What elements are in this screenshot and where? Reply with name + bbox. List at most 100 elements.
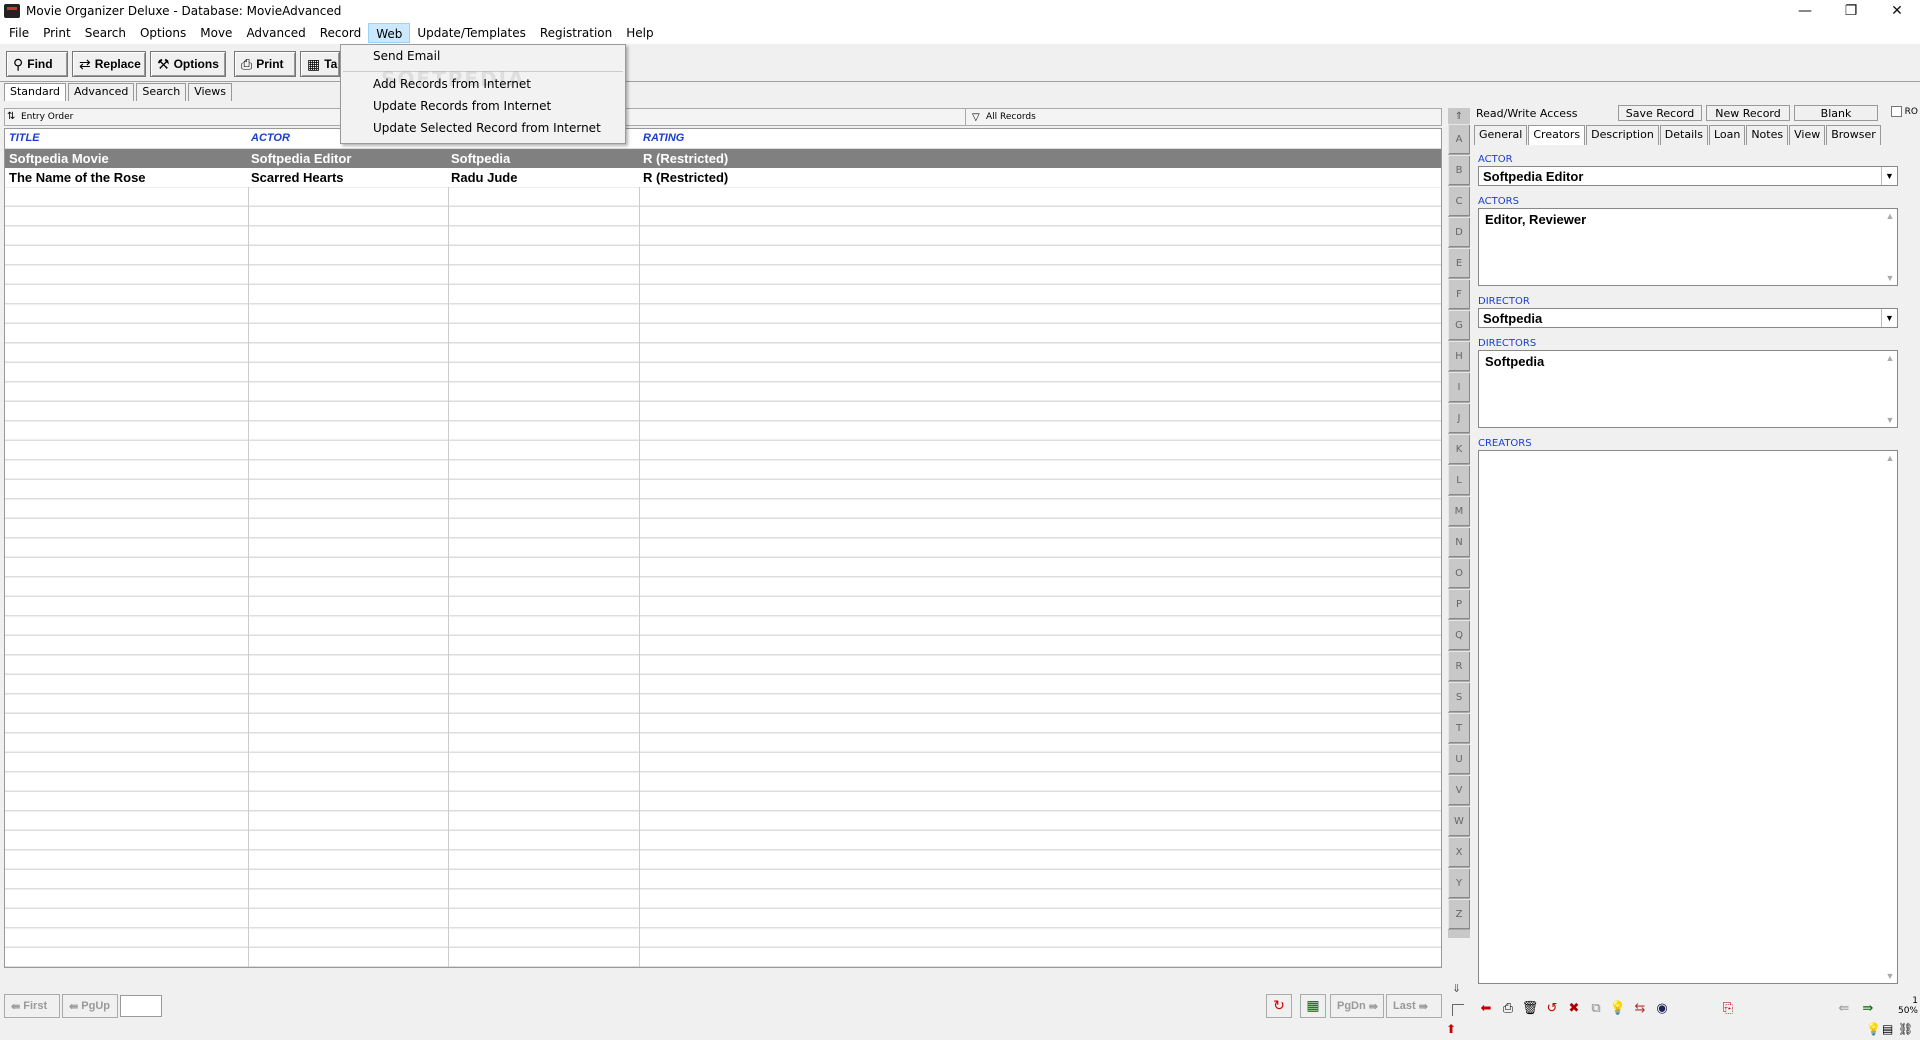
menu-file[interactable]: File bbox=[2, 23, 36, 43]
tab-view[interactable]: View bbox=[1789, 125, 1826, 145]
alpha-r[interactable]: R bbox=[1448, 651, 1470, 682]
tab-views[interactable]: Views bbox=[188, 83, 233, 101]
tab-browser[interactable]: Browser bbox=[1826, 125, 1881, 145]
replace-button[interactable]: ⇄ Replace bbox=[72, 51, 146, 77]
alpha-k[interactable]: K bbox=[1448, 434, 1470, 465]
right-arrow-icon[interactable]: ⇛ bbox=[1858, 998, 1878, 1018]
alpha-m[interactable]: M bbox=[1448, 496, 1470, 527]
tab-general[interactable]: General bbox=[1474, 125, 1528, 145]
menu-move[interactable]: Move bbox=[193, 23, 239, 43]
trash-icon[interactable]: 🗑 bbox=[1520, 998, 1540, 1018]
scroll-down-icon[interactable]: ⇓ bbox=[1452, 982, 1461, 995]
tab-loan[interactable]: Loan bbox=[1708, 125, 1746, 145]
close-button[interactable]: ✕ bbox=[1874, 0, 1920, 22]
column-actor[interactable]: ACTOR bbox=[251, 132, 290, 144]
print-button[interactable]: ⎙ Print bbox=[234, 51, 296, 77]
refresh-icon[interactable]: ↻ bbox=[1266, 994, 1292, 1018]
menu-options[interactable]: Options bbox=[133, 23, 193, 43]
director-combobox[interactable]: Softpedia ▼ bbox=[1478, 308, 1898, 328]
alpha-v[interactable]: V bbox=[1448, 775, 1470, 806]
table-button[interactable]: ▦ Ta bbox=[300, 51, 340, 77]
alpha-u[interactable]: U bbox=[1448, 744, 1470, 775]
column-title[interactable]: TITLE bbox=[9, 132, 40, 144]
alpha-w[interactable]: W bbox=[1448, 806, 1470, 837]
actor-combobox[interactable]: Softpedia Editor ▼ bbox=[1478, 166, 1898, 186]
alpha-n[interactable]: N bbox=[1448, 527, 1470, 558]
record-filter[interactable]: ▽ All Records bbox=[965, 109, 1441, 125]
alpha-t[interactable]: T bbox=[1448, 713, 1470, 744]
save-record-button[interactable]: Save Record bbox=[1618, 105, 1702, 121]
delete-record-icon[interactable]: ✖ bbox=[1564, 998, 1584, 1018]
tab-details[interactable]: Details bbox=[1659, 125, 1708, 145]
read-only-checkbox[interactable]: RO bbox=[1890, 106, 1918, 117]
globe-icon[interactable]: ◉ bbox=[1652, 998, 1672, 1018]
alpha-s[interactable]: S bbox=[1448, 682, 1470, 713]
alpha-e[interactable]: E bbox=[1448, 248, 1470, 279]
copy-record-icon[interactable]: ⧉ bbox=[1586, 998, 1606, 1018]
menu-update-selected-record-internet[interactable]: Update Selected Record from Internet bbox=[373, 121, 601, 135]
last-button[interactable]: Last ⇛ bbox=[1386, 994, 1442, 1018]
pgdn-button[interactable]: PgDn ⇛ bbox=[1330, 994, 1384, 1018]
alpha-z[interactable]: Z bbox=[1448, 899, 1470, 930]
pgup-button[interactable]: ⇚ PgUp bbox=[62, 994, 118, 1018]
first-button[interactable]: ⇚ First bbox=[4, 994, 60, 1018]
alpha-c[interactable]: C bbox=[1448, 186, 1470, 217]
records-grid[interactable]: TITLE ACTOR RATING Softpedia Movie Softp… bbox=[4, 128, 1442, 968]
lightbulb-icon[interactable]: 💡 bbox=[1608, 998, 1628, 1018]
menu-print[interactable]: Print bbox=[36, 23, 78, 43]
column-rating[interactable]: RATING bbox=[643, 132, 684, 144]
menu-update-templates[interactable]: Update/Templates bbox=[410, 23, 533, 43]
creators-textarea[interactable]: ▲ ▼ bbox=[1478, 450, 1898, 984]
alpha-o[interactable]: O bbox=[1448, 558, 1470, 589]
tab-notes[interactable]: Notes bbox=[1746, 125, 1789, 145]
options-button[interactable]: ⚒ Options bbox=[150, 51, 226, 77]
actors-scrollbar[interactable]: ▲ ▼ bbox=[1883, 209, 1897, 285]
sort-order[interactable]: ⇅ Entry Order bbox=[7, 111, 73, 122]
menu-update-records-internet[interactable]: Update Records from Internet bbox=[373, 99, 551, 113]
menu-search[interactable]: Search bbox=[78, 23, 133, 43]
chevron-down-icon[interactable]: ▼ bbox=[1881, 167, 1897, 185]
new-record-button[interactable]: New Record bbox=[1706, 105, 1790, 121]
directors-scrollbar[interactable]: ▲ ▼ bbox=[1883, 351, 1897, 427]
menu-web[interactable]: Web bbox=[368, 23, 411, 43]
menu-help[interactable]: Help bbox=[619, 23, 660, 43]
alpha-a[interactable]: A bbox=[1448, 124, 1470, 155]
grid-view-icon[interactable]: ▦ bbox=[1300, 994, 1326, 1018]
alpha-f[interactable]: F bbox=[1448, 279, 1470, 310]
alpha-x[interactable]: X bbox=[1448, 837, 1470, 868]
alpha-q[interactable]: Q bbox=[1448, 620, 1470, 651]
record-number-input[interactable] bbox=[120, 995, 162, 1017]
actors-textarea[interactable]: Editor, Reviewer ▲ ▼ bbox=[1478, 208, 1898, 286]
back-arrow-icon[interactable]: ⬅ bbox=[1476, 998, 1496, 1018]
tab-search[interactable]: Search bbox=[136, 83, 187, 101]
left-arrow-icon[interactable]: ⇚ bbox=[1834, 998, 1854, 1018]
table-row[interactable]: The Name of the Rose Scarred Hearts Radu… bbox=[5, 168, 1441, 187]
transfer-icon[interactable]: ⇆ bbox=[1630, 998, 1650, 1018]
table-row[interactable]: Softpedia Movie Softpedia Editor Softped… bbox=[5, 149, 1441, 168]
directors-textarea[interactable]: Softpedia ▲ ▼ bbox=[1478, 350, 1898, 428]
alpha-j[interactable]: J bbox=[1448, 403, 1470, 434]
alpha-h[interactable]: H bbox=[1448, 341, 1470, 372]
export-icon[interactable]: ⎘ bbox=[1718, 998, 1738, 1018]
tab-standard[interactable]: Standard bbox=[4, 83, 67, 101]
menu-advanced[interactable]: Advanced bbox=[239, 23, 312, 43]
alpha-y[interactable]: Y bbox=[1448, 868, 1470, 899]
blank-button[interactable]: Blank bbox=[1794, 105, 1878, 121]
printer-icon[interactable]: ⎙ bbox=[1498, 998, 1518, 1018]
tab-creators[interactable]: Creators bbox=[1528, 125, 1586, 145]
alpha-p[interactable]: P bbox=[1448, 589, 1470, 620]
menu-registration[interactable]: Registration bbox=[533, 23, 619, 43]
alpha-i[interactable]: I bbox=[1448, 372, 1470, 403]
tab-advanced[interactable]: Advanced bbox=[68, 83, 135, 101]
menu-send-email[interactable]: Send Email bbox=[373, 49, 440, 63]
minimize-button[interactable]: — bbox=[1782, 0, 1828, 22]
alpha-b[interactable]: B bbox=[1448, 155, 1470, 186]
alpha-l[interactable]: L bbox=[1448, 465, 1470, 496]
undo-icon[interactable]: ↺ bbox=[1542, 998, 1562, 1018]
restore-button[interactable]: ❐ bbox=[1828, 0, 1874, 22]
find-button[interactable]: ⚲ Find bbox=[6, 51, 68, 77]
alpha-g[interactable]: G bbox=[1448, 310, 1470, 341]
menu-record[interactable]: Record bbox=[313, 23, 368, 43]
scroll-up-icon[interactable]: ⇑ bbox=[1448, 108, 1470, 124]
menu-add-records-internet[interactable]: Add Records from Internet bbox=[373, 77, 531, 91]
